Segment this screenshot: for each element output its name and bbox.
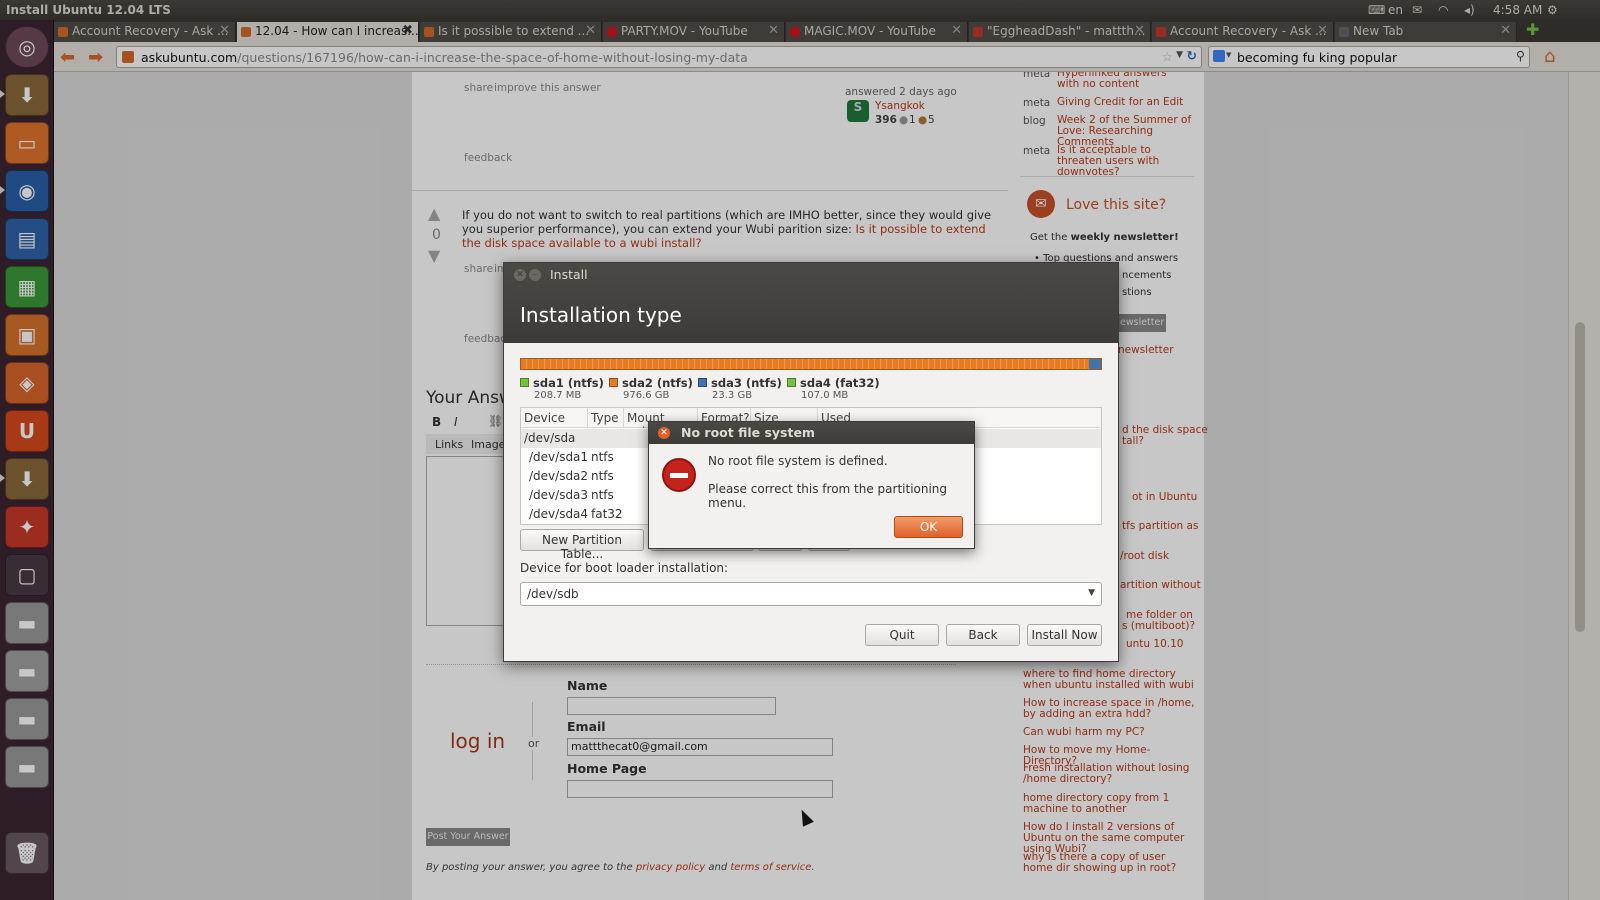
boot-loader-value: /dev/sdb	[527, 587, 579, 601]
legend-size: 208.7 MB	[534, 390, 582, 401]
error-titlebar: ✕ No root file system	[649, 422, 974, 444]
legend-swatch	[698, 378, 707, 387]
legend-sda4: sda4 (fat32) 107.0 MB	[787, 376, 880, 401]
install-now-button[interactable]: Install Now	[1027, 624, 1102, 646]
back-button[interactable]: Back	[946, 624, 1020, 646]
install-heading: Installation type	[520, 303, 682, 327]
legend-name: sda3 (ntfs)	[711, 376, 782, 390]
legend-name: sda2 (ntfs)	[622, 376, 693, 390]
row-device: /dev/sda	[524, 431, 576, 445]
legend-sda1: sda1 (ntfs) 208.7 MB	[520, 376, 604, 401]
legend-sda3: sda3 (ntfs) 23.3 GB	[698, 376, 782, 401]
row-device: /dev/sda1	[529, 450, 589, 464]
new-partition-table-button[interactable]: New Partition Table...	[520, 529, 644, 561]
legend-sda2: sda2 (ntfs) 976.6 GB	[609, 376, 693, 401]
column-header-device[interactable]: Device	[521, 408, 588, 428]
row-type: fat32	[591, 507, 623, 521]
quit-button[interactable]: Quit	[865, 624, 939, 646]
legend-size: 23.3 GB	[712, 390, 753, 401]
row-device: /dev/sda4	[529, 507, 589, 521]
minimize-icon[interactable]: –	[529, 269, 541, 281]
error-detail: Please correct this from the partitionin…	[708, 482, 948, 510]
legend-swatch	[787, 378, 796, 387]
install-header: ✕ – Install Installation type	[504, 263, 1118, 343]
row-device: /dev/sda3	[529, 488, 589, 502]
install-window-title: Install	[550, 267, 588, 282]
row-type: ntfs	[591, 469, 614, 483]
legend-name: sda4 (fat32)	[800, 376, 880, 390]
row-type: ntfs	[591, 450, 614, 464]
boot-loader-select[interactable]: /dev/sdb ▼	[520, 582, 1102, 606]
ok-button[interactable]: OK	[894, 516, 963, 538]
partition-bar-segment	[1089, 359, 1101, 369]
legend-size: 107.0 MB	[801, 390, 849, 401]
close-icon[interactable]: ✕	[658, 427, 670, 439]
row-device: /dev/sda2	[529, 469, 589, 483]
legend-swatch	[609, 378, 618, 387]
legend-size: 976.6 GB	[623, 390, 670, 401]
error-title: No root file system	[681, 425, 815, 440]
close-icon[interactable]: ✕	[514, 269, 526, 281]
partition-bar	[520, 358, 1102, 370]
legend-swatch	[520, 378, 529, 387]
error-dialog: ✕ No root file system No root file syste…	[648, 421, 975, 549]
error-message: No root file system is defined.	[708, 454, 888, 468]
legend-name: sda1 (ntfs)	[533, 376, 604, 390]
chevron-down-icon: ▼	[1088, 588, 1095, 598]
error-stop-icon	[662, 458, 696, 492]
boot-loader-label: Device for boot loader installation:	[520, 561, 729, 575]
column-header-type[interactable]: Type	[588, 408, 624, 428]
row-type: ntfs	[591, 488, 614, 502]
